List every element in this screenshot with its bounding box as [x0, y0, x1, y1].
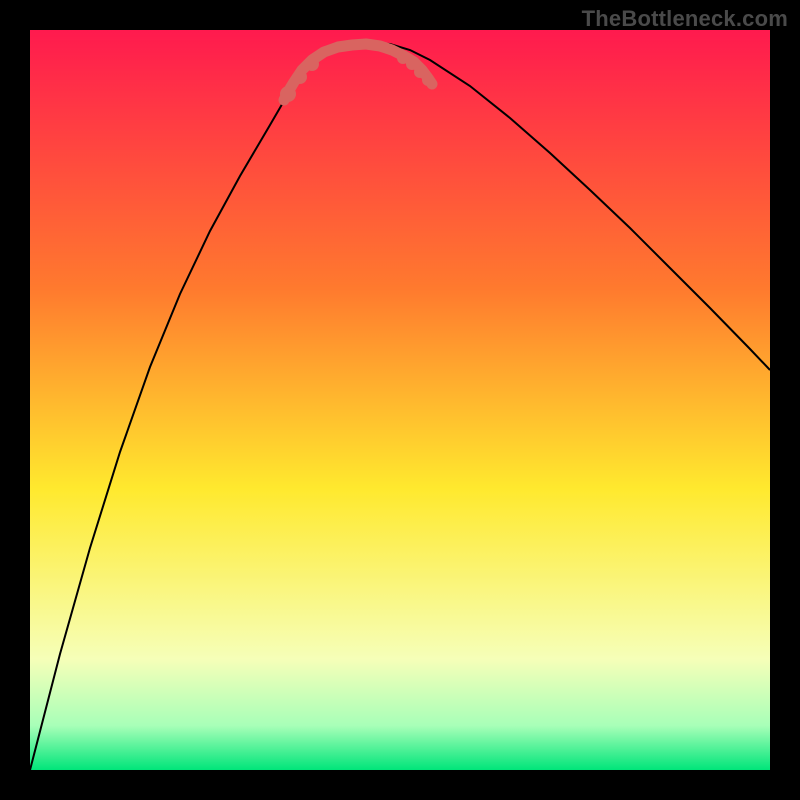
accent-dot [305, 57, 319, 71]
accent-dot [422, 74, 434, 86]
chart-svg [30, 30, 770, 770]
accent-dot [280, 86, 296, 102]
watermark-text: TheBottleneck.com [582, 6, 788, 32]
accent-dot [293, 70, 307, 84]
chart-frame: TheBottleneck.com [0, 0, 800, 800]
gradient-background [30, 30, 770, 770]
plot-area [30, 30, 770, 770]
